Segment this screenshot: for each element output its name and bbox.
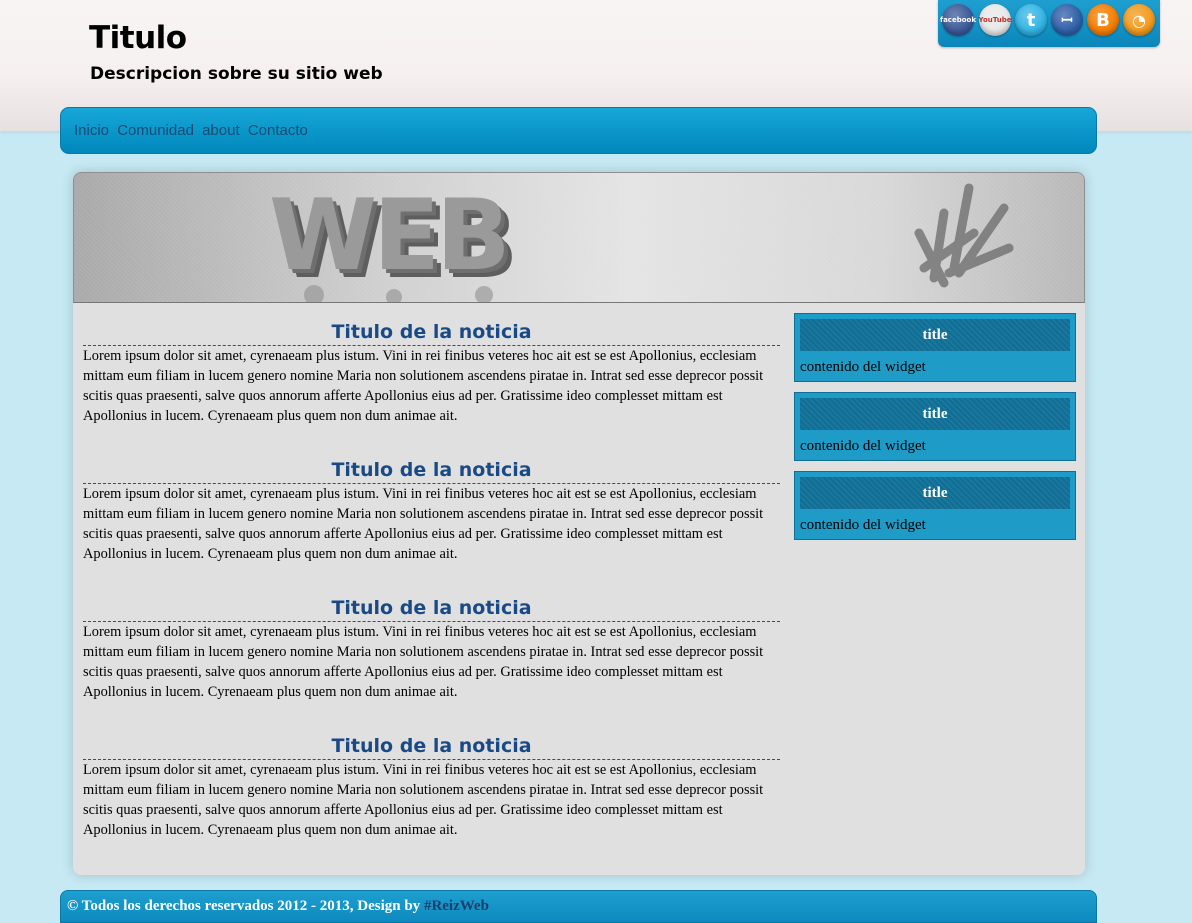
widget-content: contenido del widget (800, 517, 926, 533)
header-banner-image: WEB (73, 172, 1085, 303)
rss-icon[interactable]: ◔ (1123, 4, 1155, 36)
widget-title: title (800, 398, 1070, 430)
widget-content: contenido del widget (800, 438, 926, 454)
myspace-icon[interactable]: ꟷ (1051, 4, 1083, 36)
sidebar-widget: title contenido del widget (794, 313, 1076, 382)
main-navigation: Inicio Comunidad about Contacto (60, 107, 1097, 154)
article-title[interactable]: Titulo de la noticia (83, 596, 780, 622)
youtube-icon[interactable]: YouTube (979, 4, 1011, 36)
footer: © Todos los derechos reservados 2012 - 2… (60, 890, 1097, 923)
sidebar-widget: title contenido del widget (794, 471, 1076, 540)
widget-title: title (800, 477, 1070, 509)
article: Titulo de la noticia Lorem ipsum dolor s… (83, 458, 780, 596)
article: Titulo de la noticia Lorem ipsum dolor s… (83, 734, 780, 872)
nav-item-inicio[interactable]: Inicio (74, 122, 109, 139)
article-body: Lorem ipsum dolor sit amet, cyrenaeam pl… (83, 348, 764, 424)
sidebar-widget: title contenido del widget (794, 392, 1076, 461)
article: Titulo de la noticia Lorem ipsum dolor s… (83, 320, 780, 458)
articles-list: Titulo de la noticia Lorem ipsum dolor s… (83, 320, 780, 872)
banner-pencils-graphic (304, 183, 1014, 302)
article: Titulo de la noticia Lorem ipsum dolor s… (83, 596, 780, 734)
article-title[interactable]: Titulo de la noticia (83, 458, 780, 484)
footer-designer-link[interactable]: #ReizWeb (424, 898, 489, 914)
nav-item-contacto[interactable]: Contacto (248, 122, 308, 139)
nav-item-comunidad[interactable]: Comunidad (117, 122, 194, 139)
facebook-icon[interactable]: facebook (940, 4, 976, 36)
footer-copyright: © Todos los derechos reservados 2012 - 2… (67, 898, 421, 914)
article-title[interactable]: Titulo de la noticia (83, 734, 780, 760)
content-panel: WEB Titulo de la noticia Lorem ipsum dol… (73, 172, 1085, 875)
widget-title: title (800, 319, 1070, 351)
site-title[interactable]: Titulo (89, 20, 187, 56)
article-title[interactable]: Titulo de la noticia (83, 320, 780, 346)
nav-item-about[interactable]: about (202, 122, 240, 139)
blogger-icon[interactable]: B (1087, 4, 1119, 36)
site-description: Descripcion sobre su sitio web (90, 64, 383, 84)
widget-content: contenido del widget (800, 359, 926, 375)
article-body: Lorem ipsum dolor sit amet, cyrenaeam pl… (83, 762, 764, 838)
sidebar-widgets: title contenido del widget title conteni… (794, 313, 1076, 550)
social-links-bar: facebook YouTube t ꟷ B ◔ (938, 0, 1160, 47)
article-body: Lorem ipsum dolor sit amet, cyrenaeam pl… (83, 624, 764, 700)
article-body: Lorem ipsum dolor sit amet, cyrenaeam pl… (83, 486, 764, 562)
twitter-icon[interactable]: t (1015, 4, 1047, 36)
